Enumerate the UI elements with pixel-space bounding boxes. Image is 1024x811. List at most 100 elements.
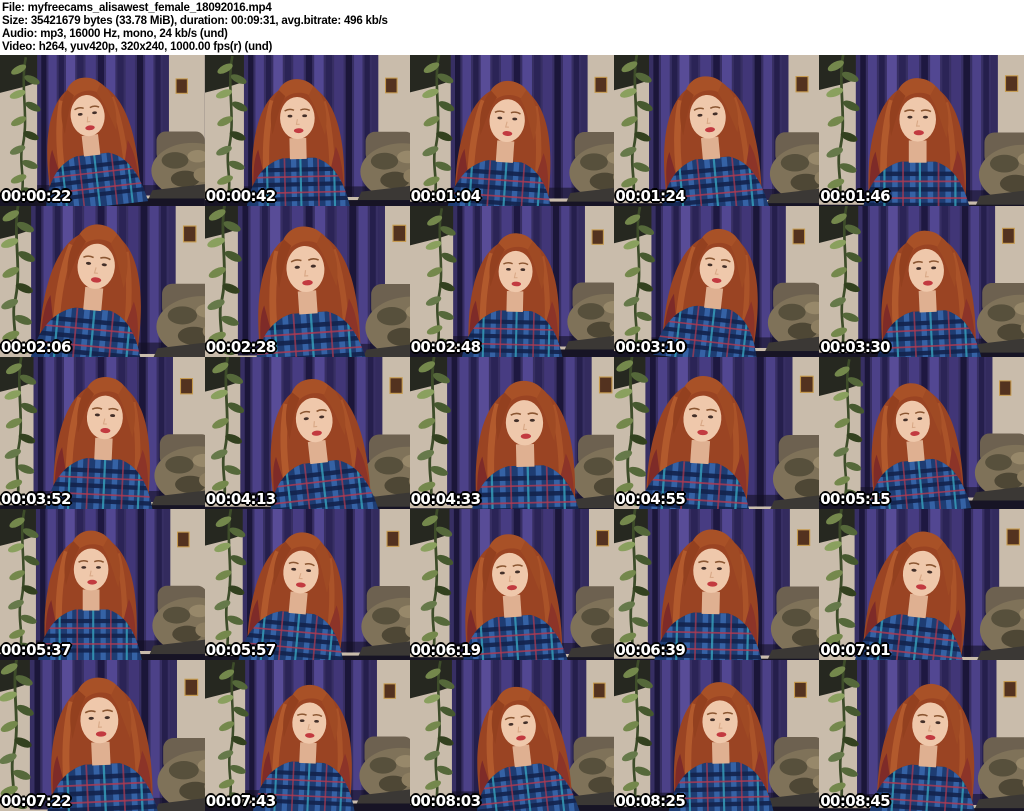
picture-frame (594, 76, 607, 93)
file-info-line-size: Size: 35421679 bytes (33.78 MiB), durati… (2, 15, 388, 27)
picture-frame (1005, 75, 1019, 92)
thumbnail-cell: 00:01:46 (819, 55, 1024, 207)
timestamp-label: 00:04:13 (205, 489, 276, 508)
timestamp-label: 00:03:30 (820, 338, 891, 357)
webcam-frame-art (204, 55, 410, 207)
picture-frame (175, 78, 188, 94)
picture-frame (179, 378, 194, 395)
webcam-frame-art (204, 508, 410, 660)
neck (495, 140, 514, 163)
neck (702, 591, 721, 614)
neck (907, 593, 929, 618)
timestamp-label: 00:05:57 (205, 640, 276, 659)
timestamp-label: 00:05:15 (820, 489, 891, 508)
timestamp-label: 00:04:55 (615, 489, 686, 508)
thumbnail-cell: 00:01:04 (409, 55, 615, 207)
neck (909, 140, 927, 163)
picture-frame (797, 528, 811, 546)
thumbnail-cell: 00:03:52 (0, 357, 205, 509)
timestamp-label: 00:07:01 (820, 640, 891, 659)
thumbnail-cell: 00:07:22 (0, 659, 205, 811)
neck (512, 744, 532, 768)
thumbnail-cell: 00:02:28 (204, 206, 410, 358)
picture-frame (591, 229, 604, 246)
picture-frame (792, 228, 806, 245)
timestamp-label: 00:08:25 (615, 791, 686, 810)
timestamp-label: 00:07:22 (1, 791, 71, 810)
neck (297, 290, 318, 315)
picture-frame (392, 224, 406, 243)
timestamp-label: 00:04:33 (410, 489, 481, 508)
neck (515, 444, 535, 468)
webcam-frame-art (409, 55, 615, 207)
picture-frame (598, 376, 613, 394)
neck (91, 741, 111, 766)
webcam-frame-art (0, 357, 205, 509)
webcam-frame-art (614, 206, 820, 358)
picture-frame (794, 681, 808, 698)
thumbnail-cell: 00:03:30 (819, 206, 1024, 358)
timestamp-label: 00:07:43 (205, 791, 276, 810)
thumbnail-cell: 00:00:22 (0, 55, 205, 207)
picture-frame (595, 529, 609, 546)
timestamp-label: 00:01:24 (615, 187, 686, 206)
webcam-frame-art (614, 508, 820, 660)
thumbnail-cell: 00:04:13 (204, 357, 410, 509)
webcam-frame-art (819, 206, 1024, 358)
webcam-frame-art (204, 659, 410, 811)
picture-frame (1003, 680, 1017, 698)
timestamp-label: 00:05:37 (1, 640, 71, 659)
neck (289, 137, 307, 160)
thumbnail-cell: 00:02:06 (0, 206, 205, 358)
webcam-frame-art (0, 206, 205, 358)
webcam-frame-art (614, 357, 820, 509)
file-info-line-video: Video: h264, yuv420p, 320x240, 1000.00 f… (2, 41, 273, 53)
webcam-frame-art (409, 508, 615, 660)
thumbnail-cell: 00:08:45 (819, 659, 1024, 811)
thumbnail-cell: 00:07:43 (204, 659, 410, 811)
neck (704, 286, 724, 310)
picture-frame (592, 682, 606, 699)
webcam-frame-art (819, 55, 1024, 207)
webcam-frame-art (0, 659, 205, 811)
file-info-header: File: myfreecams_alisawest_female_180920… (0, 0, 1024, 55)
timestamp-label: 00:08:03 (410, 791, 481, 810)
neck (94, 438, 113, 461)
neck (918, 290, 937, 313)
thumbnail-cell: 00:04:33 (409, 357, 615, 509)
neck (82, 589, 100, 611)
thumbnail-cell: 00:05:57 (204, 508, 410, 660)
neck (906, 440, 925, 463)
picture-frame (389, 377, 403, 395)
file-info-line-file: File: myfreecams_alisawest_female_180920… (2, 2, 272, 14)
timestamp-label: 00:00:42 (205, 187, 276, 206)
thumbnail-cell: 00:02:48 (409, 206, 615, 358)
thumbnail-cell: 00:08:25 (614, 659, 820, 811)
webcam-frame-art (409, 659, 615, 811)
timestamp-label: 00:00:22 (1, 187, 71, 206)
timestamp-label: 00:01:46 (820, 187, 891, 206)
timestamp-label: 00:06:39 (615, 640, 686, 659)
file-info-line-audio: Audio: mp3, 16000 Hz, mono, 24 kb/s (und… (2, 28, 228, 40)
thumbnail-cell: 00:05:15 (819, 357, 1024, 509)
picture-frame (800, 376, 815, 394)
thumbnail-grid: 00:00:22 00:00:42 00:01:04 00:01:24 00:0… (0, 55, 1024, 811)
thumbnail-cell: 00:04:55 (614, 357, 820, 509)
webcam-frame-art (204, 357, 410, 509)
webcam-frame-art (0, 508, 205, 660)
webcam-frame-art (204, 206, 410, 358)
timestamp-label: 00:03:10 (615, 338, 686, 357)
thumbnail-cell: 00:05:37 (0, 508, 205, 660)
thumbnail-cell: 00:03:10 (614, 206, 820, 358)
thumbnail-cell: 00:01:24 (614, 55, 820, 207)
neck (83, 287, 104, 312)
picture-frame (1002, 227, 1016, 245)
picture-frame (1006, 528, 1021, 545)
webcam-frame-art (409, 357, 615, 509)
neck (712, 741, 730, 764)
picture-frame (184, 678, 199, 696)
thumbnail-cell: 00:06:19 (409, 508, 615, 660)
thumbnail-cell: 00:08:03 (409, 659, 615, 811)
webcam-frame-art (819, 357, 1024, 509)
picture-frame (795, 76, 809, 93)
